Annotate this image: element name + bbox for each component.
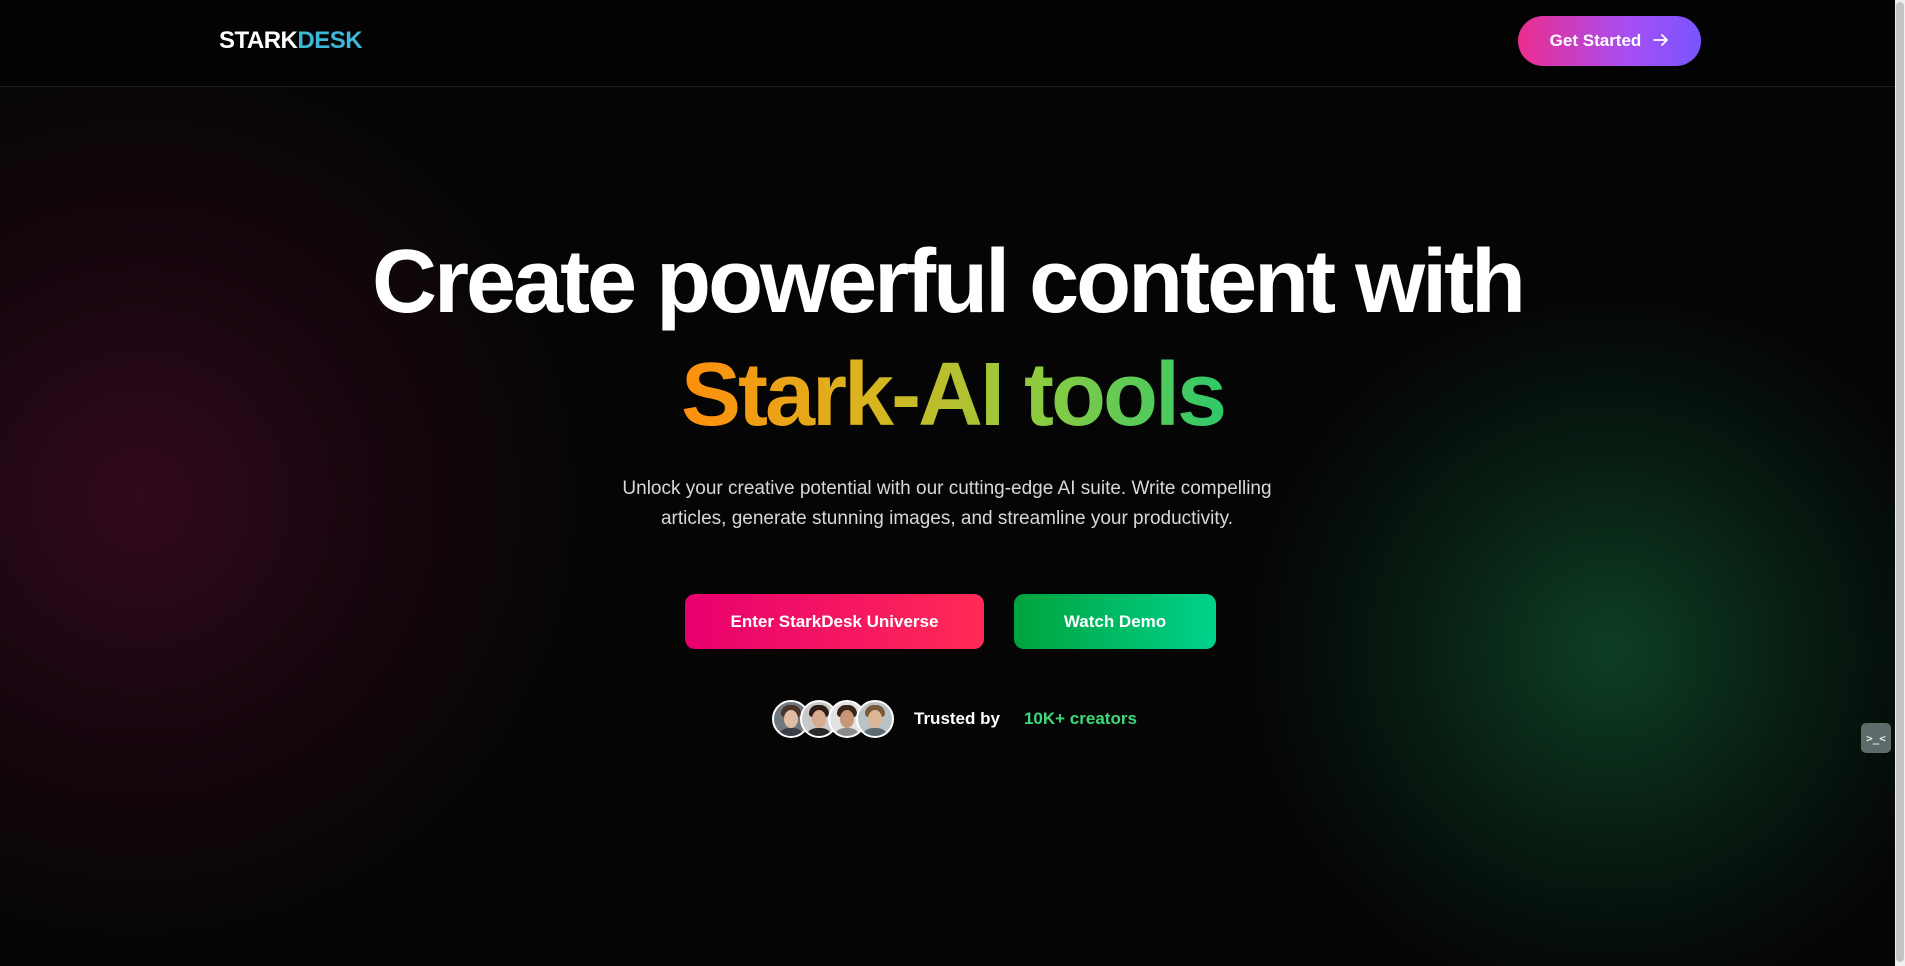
watch-demo-button[interactable]: Watch Demo <box>1014 594 1216 649</box>
trusted-by-section: Trusted by 10K+ creators <box>772 698 1137 740</box>
enter-universe-button[interactable]: Enter StarkDesk Universe <box>685 594 984 649</box>
background-glow-pink <box>0 40 600 960</box>
trusted-by-label: Trusted by <box>914 709 1000 728</box>
scrollbar[interactable] <box>1895 0 1905 966</box>
logo-text-desk: DESK <box>297 27 363 54</box>
get-started-label: Get Started <box>1549 31 1642 50</box>
logo-text-stark: STARK <box>219 27 298 54</box>
get-started-button[interactable]: Get Started <box>1518 16 1701 66</box>
creator-count: 10K+ creators <box>1023 709 1137 728</box>
avatar-group <box>772 700 894 738</box>
chat-widget-icon[interactable]: >_< <box>1861 723 1891 753</box>
hero-subtitle: Unlock your creative potential with our … <box>622 478 1272 529</box>
logo[interactable]: STARKDESK <box>219 27 363 55</box>
arrow-right-icon <box>1653 32 1669 50</box>
hero-title: Create powerful content with <box>371 232 1526 332</box>
background-glow-green <box>1230 300 1905 966</box>
avatar <box>856 700 894 738</box>
landing-page: STARKDESK Get Started Create powerful co… <box>0 0 1905 966</box>
hero-title-highlight: Stark-AI tools <box>680 345 1227 445</box>
scrollbar-thumb[interactable] <box>1896 2 1904 962</box>
top-nav: STARKDESK Get Started <box>0 0 1895 87</box>
